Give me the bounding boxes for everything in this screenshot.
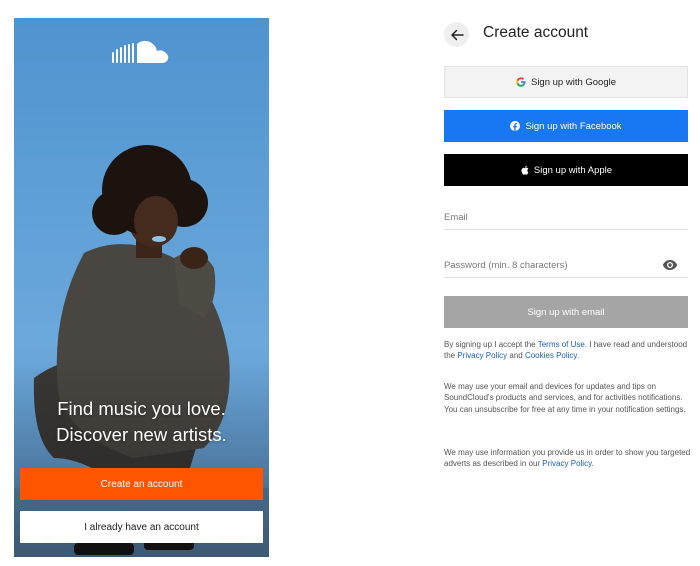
tagline-line-1: Find music you love. (57, 398, 226, 419)
apple-icon (521, 165, 529, 175)
email-field[interactable] (444, 206, 688, 230)
facebook-signup-label: Sign up with Facebook (525, 120, 622, 132)
terms-of-use-link[interactable]: Terms of Use (538, 340, 585, 349)
google-signup-label: Sign up with Google (530, 76, 617, 88)
apple-signup-label: Sign up with Apple (533, 164, 613, 176)
page-title: Create account (483, 24, 589, 41)
terms-text-c: and (507, 351, 525, 361)
privacy-policy-link[interactable]: Privacy Policy (457, 351, 507, 360)
cookies-policy-link[interactable]: Cookies Policy (525, 351, 577, 360)
splash-screen: Find music you love. Discover new artist… (14, 18, 269, 557)
password-field[interactable] (444, 254, 688, 278)
existing-account-button[interactable]: I already have an account (20, 511, 263, 543)
eye-icon[interactable] (662, 259, 678, 271)
adverts-privacy-policy-link[interactable]: Privacy Policy (542, 459, 591, 468)
updates-notice: We may use your email and devices for up… (444, 382, 686, 414)
soundcloud-cloud-icon (112, 40, 169, 63)
create-account-button[interactable]: Create an account (20, 468, 263, 500)
adverts-text-b: . (591, 459, 594, 469)
apple-signup-button[interactable]: Sign up with Apple (444, 154, 688, 186)
google-icon (516, 77, 526, 87)
tagline-line-2: Discover new artists. (56, 424, 227, 445)
splash-tagline: Find music you love. Discover new artist… (14, 396, 269, 448)
facebook-icon (510, 121, 521, 131)
back-button[interactable] (444, 22, 469, 47)
arrow-left-icon (450, 29, 464, 40)
terms-text-a: By signing up I accept the (444, 340, 538, 349)
facebook-signup-button[interactable]: Sign up with Facebook (444, 110, 688, 142)
adverts-notice: We may use information you provide us in… (444, 447, 694, 470)
terms-text-d: . (576, 351, 580, 361)
terms-notice: By signing up I accept the Terms of Use.… (444, 339, 694, 362)
email-signup-button[interactable]: Sign up with email (444, 296, 688, 328)
google-signup-button[interactable]: Sign up with Google (444, 66, 688, 98)
